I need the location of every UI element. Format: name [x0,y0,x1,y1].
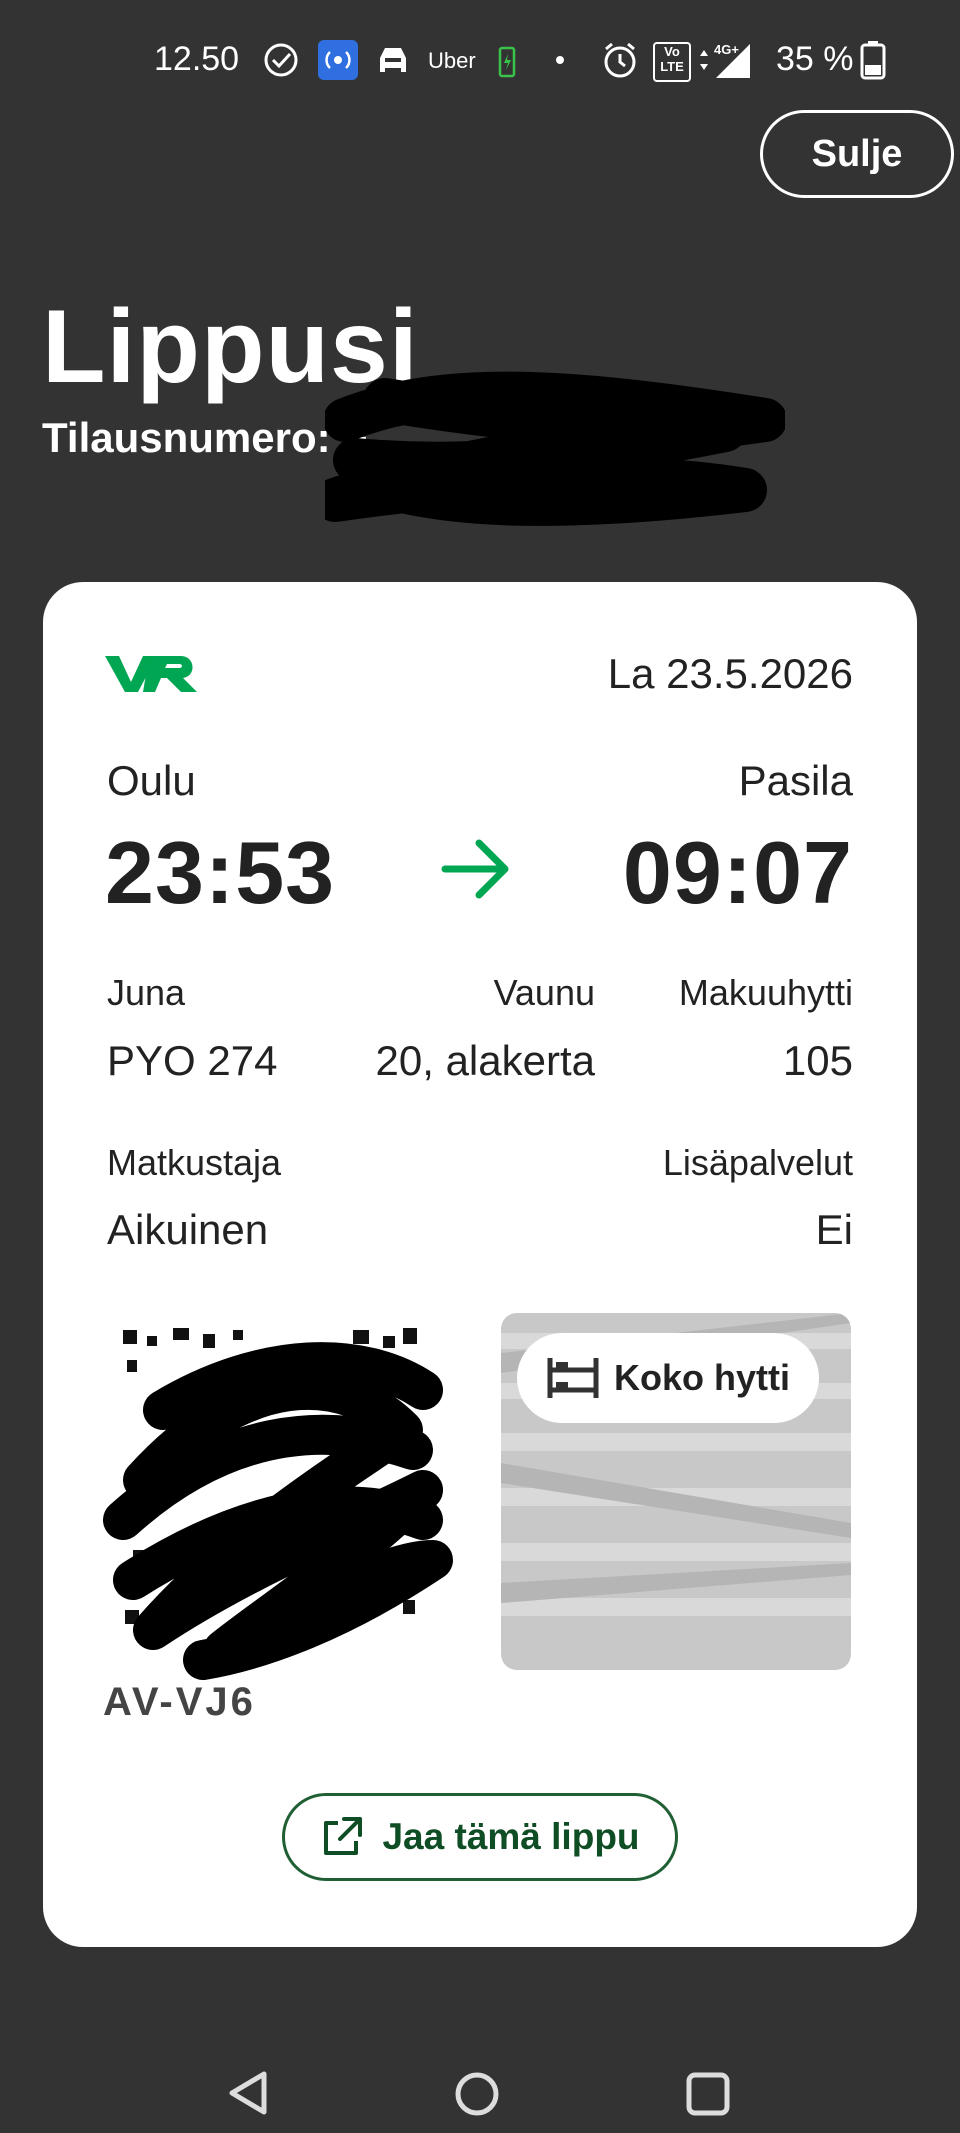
extras-label: Lisäpalvelut [662,1142,853,1183]
bed-icon [547,1358,599,1398]
cabin-type-badge: Koko hytti [517,1333,819,1423]
to-station: Pasila [738,757,853,804]
back-nav-icon[interactable] [224,2068,274,2118]
train-value: PYO 274 [107,1037,278,1084]
extras-value: Ei [815,1206,853,1253]
passenger-value: Aikuinen [107,1206,269,1253]
share-ticket-button[interactable]: Jaa tämä lippu [282,1793,678,1881]
battery-charging-icon [498,46,516,78]
dot-icon [556,56,564,64]
system-nav-bar [0,2020,960,2133]
departure-time: 23:53 [105,823,336,922]
alarm-icon [604,42,636,78]
battery-percent: 35 % [776,40,854,78]
car-icon [380,48,406,72]
signal-icon: 4G+ [700,42,750,78]
ticket-qr-code [103,1310,463,1680]
vr-logo-icon [105,656,197,692]
passenger-label: Matkustaja [107,1142,282,1183]
external-share-icon [324,1817,363,1855]
car-label: Vaunu [493,972,595,1013]
hotspot-icon [318,40,358,80]
from-station: Oulu [107,757,196,804]
status-bar: 12.50 Uber Vo LTE 4G+ 35 % [0,0,960,120]
ticket-card: La 23.5.2026 Oulu Pasila 23:53 09:07 Jun… [43,582,917,1947]
cabin-value: 105 [782,1037,853,1084]
train-label: Juna [107,972,186,1013]
check-circle-icon [264,43,298,77]
volte-icon: Vo LTE [653,42,691,82]
share-ticket-label: Jaa tämä lippu [382,1816,640,1857]
cabin-image: Koko hytti [501,1313,851,1670]
status-time: 12.50 [154,40,240,78]
home-nav-icon[interactable] [453,2070,501,2118]
order-number: Tilausnumero: F [42,414,368,461]
recents-nav-icon[interactable] [684,2070,732,2118]
battery-icon [860,41,886,80]
redaction-scribble [325,371,785,526]
network-label: 4G+ [714,42,739,57]
car-value: 20, alakerta [375,1037,595,1084]
arrow-right-icon [441,839,509,899]
cabin-label: Makuuhytti [678,972,853,1013]
close-button[interactable]: Sulje [760,110,954,198]
ticket-code: AV-VJ6 [103,1680,256,1724]
travel-date: La 23.5.2026 [607,650,853,697]
arrival-time: 09:07 [622,823,853,922]
uber-label: Uber [428,48,476,73]
cabin-type-label: Koko hytti [614,1357,790,1398]
